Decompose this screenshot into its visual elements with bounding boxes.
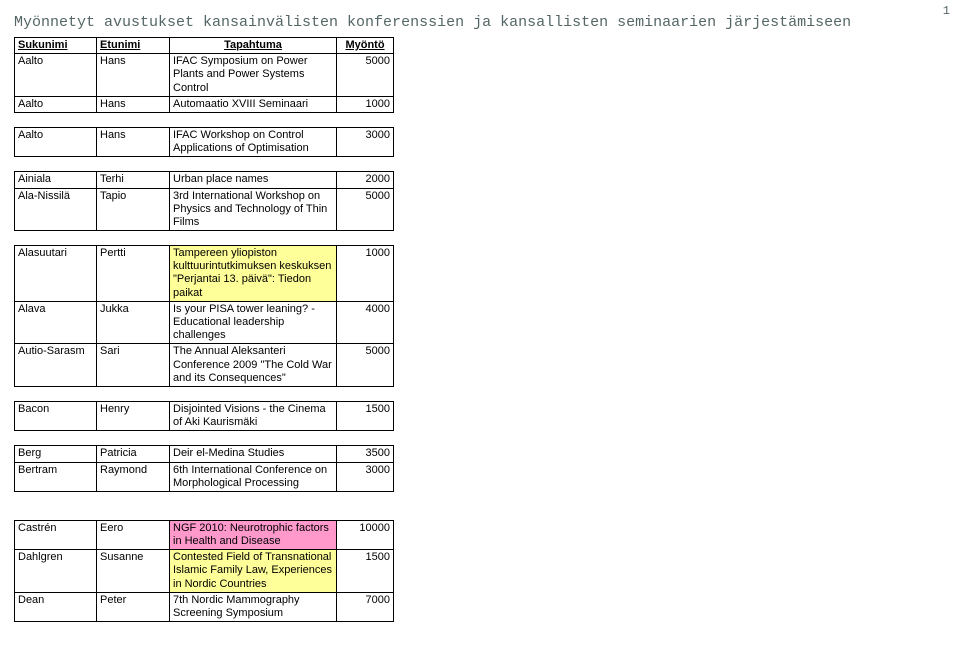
table-row: Autio-SarasmSariThe Annual Aleksanteri C… (15, 344, 394, 387)
table-row: CastrénEeroNGF 2010: Neurotrophic factor… (15, 520, 394, 549)
table-row: AaltoHansIFAC Workshop on Control Applic… (15, 127, 394, 156)
table-row: AaltoHansIFAC Symposium on Power Plants … (15, 54, 394, 97)
cell-surname: Bertram (15, 462, 97, 491)
table-row: DeanPeter7th Nordic Mammography Screenin… (15, 592, 394, 621)
cell-surname: Aalto (15, 127, 97, 156)
cell-firstname: Eero (97, 520, 170, 549)
cell-surname: Castrén (15, 520, 97, 549)
cell-surname: Autio-Sarasm (15, 344, 97, 387)
spacer-row (15, 112, 394, 127)
cell-surname: Alasuutari (15, 246, 97, 302)
cell-event: NGF 2010: Neurotrophic factors in Health… (170, 520, 337, 549)
cell-event: Deir el-Medina Studies (170, 446, 337, 462)
cell-amount: 1500 (337, 401, 394, 430)
col-event-header: Tapahtuma (170, 38, 337, 54)
cell-firstname: Raymond (97, 462, 170, 491)
cell-firstname: Hans (97, 54, 170, 97)
cell-amount: 10000 (337, 520, 394, 549)
cell-firstname: Susanne (97, 550, 170, 593)
cell-amount: 5000 (337, 188, 394, 231)
cell-amount: 4000 (337, 301, 394, 344)
table-header-row: Sukunimi Etunimi Tapahtuma Myöntö (15, 38, 394, 54)
cell-event: IFAC Symposium on Power Plants and Power… (170, 54, 337, 97)
cell-surname: Aalto (15, 96, 97, 112)
table-row: BaconHenryDisjointed Visions - the Cinem… (15, 401, 394, 430)
cell-amount: 1500 (337, 550, 394, 593)
table-row: DahlgrenSusanneContested Field of Transn… (15, 550, 394, 593)
table-row: AlasuutariPerttiTampereen yliopiston kul… (15, 246, 394, 302)
cell-surname: Ainiala (15, 172, 97, 188)
cell-amount: 3000 (337, 127, 394, 156)
cell-firstname: Sari (97, 344, 170, 387)
spacer-row (15, 231, 394, 246)
cell-amount: 5000 (337, 54, 394, 97)
cell-firstname: Henry (97, 401, 170, 430)
table-row: BertramRaymond6th International Conferen… (15, 462, 394, 491)
cell-event: Tampereen yliopiston kulttuurintutkimuks… (170, 246, 337, 302)
cell-event: The Annual Aleksanteri Conference 2009 "… (170, 344, 337, 387)
spacer-row (15, 491, 394, 520)
cell-amount: 1000 (337, 96, 394, 112)
page-number: 1 (943, 4, 950, 18)
cell-event: 7th Nordic Mammography Screening Symposi… (170, 592, 337, 621)
cell-event: Disjointed Visions - the Cinema of Aki K… (170, 401, 337, 430)
cell-firstname: Hans (97, 127, 170, 156)
cell-firstname: Peter (97, 592, 170, 621)
cell-firstname: Terhi (97, 172, 170, 188)
cell-event: Automaatio XVIII Seminaari (170, 96, 337, 112)
cell-amount: 1000 (337, 246, 394, 302)
cell-amount: 3000 (337, 462, 394, 491)
cell-amount: 7000 (337, 592, 394, 621)
cell-event: 3rd International Workshop on Physics an… (170, 188, 337, 231)
page-title: Myönnetyt avustukset kansainvälisten kon… (14, 14, 942, 31)
cell-surname: Berg (15, 446, 97, 462)
cell-amount: 5000 (337, 344, 394, 387)
cell-amount: 3500 (337, 446, 394, 462)
cell-event: 6th International Conference on Morpholo… (170, 462, 337, 491)
grants-table: Sukunimi Etunimi Tapahtuma Myöntö AaltoH… (14, 37, 394, 622)
cell-event: Contested Field of Transnational Islamic… (170, 550, 337, 593)
table-row: BergPatriciaDeir el-Medina Studies3500 (15, 446, 394, 462)
cell-firstname: Jukka (97, 301, 170, 344)
table-row: AinialaTerhiUrban place names2000 (15, 172, 394, 188)
table-row: Ala-NissiläTapio3rd International Worksh… (15, 188, 394, 231)
cell-firstname: Hans (97, 96, 170, 112)
cell-event: Urban place names (170, 172, 337, 188)
cell-event: Is your PISA tower leaning? - Educationa… (170, 301, 337, 344)
cell-firstname: Patricia (97, 446, 170, 462)
cell-surname: Ala-Nissilä (15, 188, 97, 231)
cell-surname: Dahlgren (15, 550, 97, 593)
table-row: AaltoHansAutomaatio XVIII Seminaari1000 (15, 96, 394, 112)
cell-amount: 2000 (337, 172, 394, 188)
cell-surname: Aalto (15, 54, 97, 97)
cell-event: IFAC Workshop on Control Applications of… (170, 127, 337, 156)
col-surname-header: Sukunimi (15, 38, 97, 54)
col-amount-header: Myöntö (337, 38, 394, 54)
table-row: AlavaJukkaIs your PISA tower leaning? - … (15, 301, 394, 344)
col-firstname-header: Etunimi (97, 38, 170, 54)
spacer-row (15, 431, 394, 446)
spacer-row (15, 386, 394, 401)
spacer-row (15, 157, 394, 172)
cell-surname: Bacon (15, 401, 97, 430)
cell-firstname: Tapio (97, 188, 170, 231)
cell-surname: Alava (15, 301, 97, 344)
cell-surname: Dean (15, 592, 97, 621)
cell-firstname: Pertti (97, 246, 170, 302)
